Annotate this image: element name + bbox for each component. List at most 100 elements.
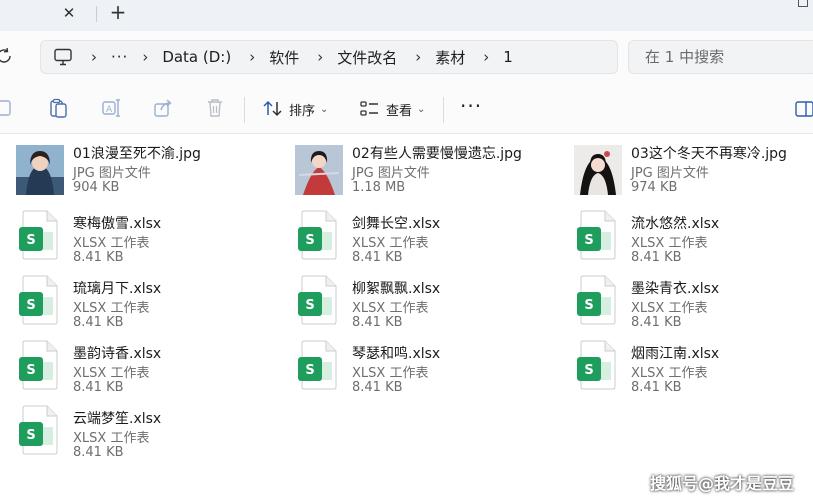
xlsx-icon-letter: S xyxy=(584,363,593,378)
file-name: 02有些人需要慢慢遗忘.jpg xyxy=(352,146,522,162)
file-name: 流水悠然.xlsx xyxy=(631,216,720,232)
xlsx-file-icon: S xyxy=(19,405,58,455)
file-item[interactable]: S 琴瑟和鸣.xlsx XLSX 工作表 8.41 KB xyxy=(279,335,549,395)
restore-window-icon[interactable] xyxy=(790,0,813,8)
xlsx-file-icon: S xyxy=(19,340,58,390)
more-options-button[interactable]: ··· xyxy=(460,94,482,118)
xlsx-file-icon: S xyxy=(298,210,337,260)
xlsx-file-icon: S xyxy=(298,340,337,390)
breadcrumb[interactable]: › ··· › Data (D:) › 软件 › 文件改名 › 素材 › 1 xyxy=(40,40,618,74)
file-size: 8.41 KB xyxy=(631,380,682,395)
share-icon[interactable] xyxy=(152,97,174,119)
image-thumbnail-icon xyxy=(574,145,622,195)
file-type: XLSX 工作表 xyxy=(73,366,150,381)
file-item[interactable]: 03这个冬天不再寒冷.jpg JPG 图片文件 974 KB xyxy=(558,135,813,195)
xlsx-file-icon: S xyxy=(577,340,616,390)
file-item[interactable]: S 琉璃月下.xlsx XLSX 工作表 8.41 KB xyxy=(0,270,270,330)
xlsx-icon-letter: S xyxy=(26,428,35,443)
xlsx-icon-letter: S xyxy=(584,233,593,248)
file-item[interactable]: S 烟雨江南.xlsx XLSX 工作表 8.41 KB xyxy=(558,335,813,395)
file-size: 8.41 KB xyxy=(73,315,124,330)
chevron-down-icon: ⌄ xyxy=(320,103,329,115)
breadcrumb-current[interactable]: 1 xyxy=(503,48,513,66)
file-size: 8.41 KB xyxy=(631,250,682,265)
file-item[interactable]: 01浪漫至死不渝.jpg JPG 图片文件 904 KB xyxy=(0,135,270,195)
image-thumbnail-icon xyxy=(295,145,343,195)
toolbar-divider xyxy=(244,97,245,123)
file-size: 1.18 MB xyxy=(352,180,406,195)
chevron-right-icon[interactable]: › xyxy=(407,48,429,66)
file-name: 琴瑟和鸣.xlsx xyxy=(352,346,441,362)
xlsx-file-icon: S xyxy=(577,275,616,325)
xlsx-icon-letter: S xyxy=(305,233,314,248)
file-type: JPG 图片文件 xyxy=(352,166,430,181)
command-bar: A 排序 ⌄ 查看 ⌄ ··· xyxy=(0,84,813,134)
breadcrumb-rename[interactable]: 文件改名 xyxy=(337,47,397,68)
breadcrumb-software[interactable]: 软件 xyxy=(269,47,299,68)
search-input[interactable]: 在 1 中搜索 xyxy=(628,40,813,74)
file-type: XLSX 工作表 xyxy=(73,431,150,446)
paste-icon[interactable] xyxy=(47,97,69,119)
sort-button[interactable]: 排序 ⌄ xyxy=(262,96,328,122)
close-tab-button[interactable]: ✕ xyxy=(57,2,81,24)
chevron-right-icon[interactable]: › xyxy=(475,48,497,66)
chevron-down-icon: ⌄ xyxy=(417,103,426,115)
chevron-right-icon[interactable]: › xyxy=(134,48,156,66)
breadcrumb-more[interactable]: ··· xyxy=(111,48,128,66)
file-name: 琉璃月下.xlsx xyxy=(73,281,162,297)
tab-divider xyxy=(96,6,97,22)
file-type: XLSX 工作表 xyxy=(352,366,429,381)
file-type: JPG 图片文件 xyxy=(73,166,151,181)
file-item[interactable]: S 墨染青衣.xlsx XLSX 工作表 8.41 KB xyxy=(558,270,813,330)
new-tab-button[interactable]: + xyxy=(106,1,130,25)
file-name: 烟雨江南.xlsx xyxy=(631,346,720,362)
xlsx-file-icon: S xyxy=(577,210,616,260)
chevron-right-icon[interactable]: › xyxy=(241,48,263,66)
watermark-text: 搜狐号@我才是豆豆 xyxy=(650,474,795,493)
xlsx-icon-letter: S xyxy=(305,363,314,378)
view-button[interactable]: 查看 ⌄ xyxy=(360,96,425,122)
chevron-right-icon[interactable]: › xyxy=(83,48,105,66)
details-pane-icon[interactable] xyxy=(793,98,813,120)
xlsx-icon-letter: S xyxy=(26,233,35,248)
file-item[interactable]: 02有些人需要慢慢遗忘.jpg JPG 图片文件 1.18 MB xyxy=(279,135,549,195)
file-type: XLSX 工作表 xyxy=(352,301,429,316)
file-item[interactable]: S 墨韵诗香.xlsx XLSX 工作表 8.41 KB xyxy=(0,335,270,395)
this-pc-icon[interactable] xyxy=(53,48,73,66)
breadcrumb-drive[interactable]: Data (D:) xyxy=(162,48,231,66)
copy-icon[interactable] xyxy=(0,97,14,119)
xlsx-file-icon: S xyxy=(19,275,58,325)
file-type: XLSX 工作表 xyxy=(73,301,150,316)
file-item[interactable]: S 柳絮飘飘.xlsx XLSX 工作表 8.41 KB xyxy=(279,270,549,330)
file-size: 904 KB xyxy=(73,180,120,195)
image-thumbnail-icon xyxy=(16,145,64,195)
file-size: 8.41 KB xyxy=(352,315,403,330)
file-item[interactable]: S 流水悠然.xlsx XLSX 工作表 8.41 KB xyxy=(558,205,813,265)
rename-icon[interactable]: A xyxy=(100,97,122,119)
breadcrumb-material[interactable]: 素材 xyxy=(435,47,465,68)
view-label: 查看 xyxy=(386,103,413,119)
file-size: 8.41 KB xyxy=(73,250,124,265)
address-row: › ··· › Data (D:) › 软件 › 文件改名 › 素材 › 1 在… xyxy=(0,31,813,84)
file-item[interactable]: S 寒梅傲雪.xlsx XLSX 工作表 8.41 KB xyxy=(0,205,270,265)
file-type: XLSX 工作表 xyxy=(631,366,708,381)
tab-bar: ✕ + xyxy=(0,0,813,31)
delete-icon[interactable] xyxy=(204,97,226,119)
file-size: 8.41 KB xyxy=(352,380,403,395)
file-item[interactable]: S 云端梦笙.xlsx XLSX 工作表 8.41 KB xyxy=(0,400,270,460)
file-type: XLSX 工作表 xyxy=(631,301,708,316)
refresh-icon[interactable] xyxy=(0,46,14,66)
xlsx-icon-letter: S xyxy=(26,298,35,313)
chevron-right-icon[interactable]: › xyxy=(309,48,331,66)
file-item[interactable]: S 剑舞长空.xlsx XLSX 工作表 8.41 KB xyxy=(279,205,549,265)
file-name: 寒梅傲雪.xlsx xyxy=(73,216,162,232)
view-icon xyxy=(360,101,378,116)
xlsx-file-icon: S xyxy=(19,210,58,260)
xlsx-icon-letter: S xyxy=(305,298,314,313)
svg-text:A: A xyxy=(106,105,113,115)
sort-icon xyxy=(263,100,282,117)
file-type: JPG 图片文件 xyxy=(631,166,709,181)
file-size: 8.41 KB xyxy=(73,380,124,395)
file-size: 8.41 KB xyxy=(73,445,124,460)
file-name: 柳絮飘飘.xlsx xyxy=(352,281,441,297)
